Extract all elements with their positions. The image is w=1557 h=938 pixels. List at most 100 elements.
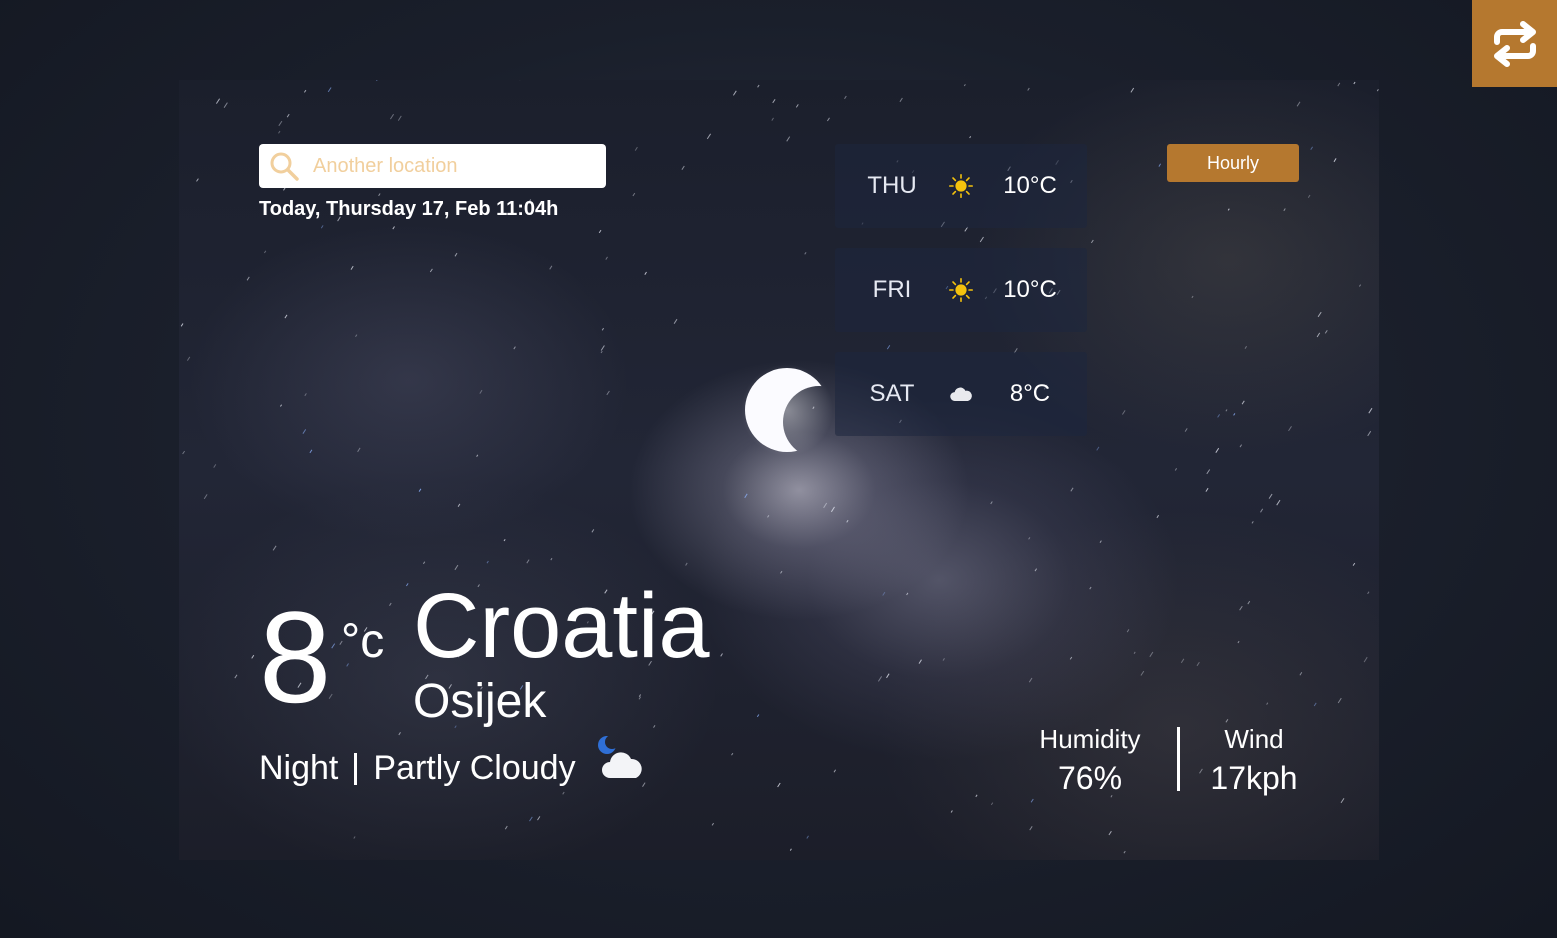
star-streak — [1099, 540, 1102, 543]
forecast-row-fri[interactable]: FRI 10°C — [835, 248, 1087, 332]
star-streak — [476, 454, 479, 457]
star-streak — [990, 501, 993, 505]
star-streak — [1358, 284, 1362, 287]
star-streak — [526, 559, 530, 564]
search-box[interactable] — [259, 144, 606, 188]
star-streak — [550, 557, 553, 561]
star-streak — [234, 674, 238, 679]
search-input[interactable] — [311, 153, 595, 179]
star-streak — [1276, 499, 1281, 506]
star-streak — [1296, 101, 1301, 107]
star-streak — [1069, 656, 1073, 660]
star-streak — [826, 117, 830, 122]
star-streak — [389, 113, 395, 120]
wind-stat: Wind 17kph — [1199, 724, 1309, 796]
star-streak — [1029, 826, 1033, 831]
star-streak — [350, 265, 354, 270]
forecast-row-thu[interactable]: THU 10°C — [835, 144, 1087, 228]
star-streak — [398, 732, 401, 736]
star-streak — [833, 769, 837, 773]
star-streak — [681, 165, 685, 170]
star-streak — [638, 694, 642, 698]
star-streak — [286, 113, 290, 118]
star-streak — [605, 256, 608, 260]
star-streak — [203, 494, 208, 500]
star-streak — [918, 659, 922, 664]
star-streak — [1227, 208, 1230, 211]
star-streak — [357, 447, 361, 453]
star-streak — [744, 493, 748, 499]
star-streak — [1241, 400, 1245, 405]
star-streak — [1206, 469, 1211, 475]
star-streak — [1225, 719, 1229, 723]
star-streak — [1027, 87, 1030, 91]
star-streak — [767, 515, 770, 518]
star-streak — [1130, 87, 1135, 93]
star-streak — [634, 146, 638, 151]
condition-text: Partly Cloudy — [373, 749, 576, 787]
star-streak — [601, 327, 605, 331]
star-streak — [405, 583, 409, 587]
star-streak — [706, 133, 712, 140]
star-streak — [969, 136, 972, 139]
star-streak — [1196, 661, 1200, 667]
star-streak — [757, 84, 760, 88]
star-streak — [479, 389, 483, 394]
star-streak — [806, 835, 809, 839]
forecast-temp: 8°C — [1009, 380, 1051, 407]
star-streak — [251, 654, 255, 659]
star-streak — [591, 529, 595, 533]
star-streak — [1133, 651, 1136, 655]
star-streak — [846, 519, 849, 523]
star-streak — [304, 393, 307, 397]
star-streak — [529, 816, 533, 822]
star-streak — [320, 225, 324, 229]
humidity-label: Humidity — [1039, 724, 1141, 754]
stats-divider — [1177, 727, 1180, 791]
star-streak — [1239, 605, 1243, 611]
star-streak — [1237, 640, 1240, 644]
star-streak — [1367, 591, 1370, 595]
star-streak — [1367, 430, 1372, 437]
star-streak — [1030, 798, 1034, 803]
star-streak — [830, 506, 835, 513]
star-streak — [1310, 146, 1314, 150]
star-streak — [1225, 409, 1228, 412]
wind-label: Wind — [1224, 724, 1284, 754]
star-streak — [1156, 514, 1160, 519]
star-streak — [1324, 330, 1328, 334]
humidity-value: 76% — [1057, 760, 1123, 797]
star-streak — [600, 350, 603, 354]
star-streak — [1217, 414, 1221, 418]
star-streak — [1352, 562, 1356, 566]
star-streak — [772, 99, 776, 104]
star-streak — [1090, 239, 1094, 244]
star-streak — [1288, 426, 1292, 432]
cloud-icon — [949, 381, 973, 407]
star-streak — [1247, 600, 1251, 605]
star-streak — [1337, 82, 1341, 87]
hourly-button[interactable]: Hourly — [1167, 144, 1299, 182]
star-streak — [1307, 194, 1311, 198]
moon-image — [741, 364, 833, 456]
star-streak — [279, 404, 283, 407]
star-streak — [457, 503, 461, 507]
forecast-day: FRI — [872, 276, 912, 303]
star-streak — [418, 488, 422, 492]
forecast-row-sat[interactable]: SAT 8°C — [835, 352, 1087, 436]
temperature-unit: °c — [341, 615, 385, 668]
star-streak — [278, 130, 281, 134]
city-name: Osijek — [413, 675, 547, 728]
star-streak — [1244, 345, 1248, 349]
star-streak — [1140, 670, 1145, 676]
star-streak — [1363, 656, 1368, 663]
star-streak — [1180, 658, 1185, 664]
star-streak — [780, 570, 783, 574]
star-streak — [632, 192, 636, 197]
search-icon[interactable] — [267, 149, 301, 183]
star-streak — [246, 276, 250, 281]
star-streak — [685, 562, 688, 566]
star-streak — [732, 90, 737, 96]
star-streak — [389, 602, 392, 606]
swap-view-button[interactable] — [1472, 0, 1557, 87]
